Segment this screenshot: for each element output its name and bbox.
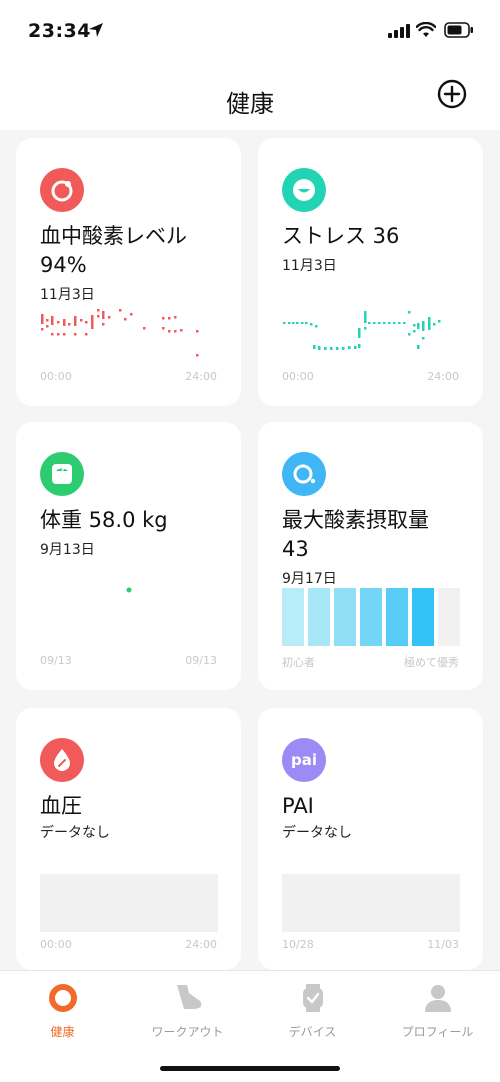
person-icon — [424, 985, 451, 1012]
vo2max-level-bar — [438, 588, 460, 646]
pai-title: PAI — [282, 794, 314, 818]
vo2-icon — [282, 452, 326, 496]
weight-chart — [126, 587, 132, 593]
blood-pressure-subtitle: データなし — [40, 825, 110, 841]
drop-icon — [40, 738, 84, 782]
spo2-title: 血中酸素レベル — [40, 224, 187, 248]
blood-pressure-title: 血圧 — [40, 794, 82, 818]
blood-pressure-card[interactable]: 血圧 データなし 00:00 24:00 — [16, 708, 241, 970]
blood-pressure-axis-start: 00:00 — [40, 938, 72, 951]
shoe-icon — [176, 985, 201, 1009]
stress-date: 11月3日 — [282, 258, 337, 274]
tab-workout-label: ワークアウト — [151, 1025, 224, 1039]
pai-axis-start: 10/28 — [282, 938, 314, 951]
tab-devices-label: デバイス — [288, 1025, 337, 1039]
weight-title: 体重 58.0 kg — [40, 508, 168, 532]
vo2max-level-bar — [412, 588, 434, 646]
weight-axis-end: 09/13 — [185, 654, 217, 667]
tab-workout[interactable]: ワークアウト — [125, 981, 250, 1040]
vo2max-date: 9月17日 — [282, 571, 337, 587]
tab-devices[interactable]: デバイス — [250, 981, 375, 1040]
watch-icon — [302, 984, 323, 1012]
battery-icon — [444, 22, 473, 38]
vo2max-axis-end: 極めて優秀 — [404, 656, 459, 669]
circle-target-icon — [40, 168, 84, 212]
weight-card[interactable]: 体重 58.0 kg 9月13日 09/13 09/13 — [16, 422, 241, 690]
vo2max-card[interactable]: 最大酸素摂取量 43 9月17日 初心者 極めて優秀 — [258, 422, 483, 690]
vo2max-level-bar — [308, 588, 330, 646]
spo2-date: 11月3日 — [40, 287, 95, 303]
spo2-axis-start: 00:00 — [40, 370, 72, 383]
pai-subtitle: データなし — [282, 825, 352, 841]
stress-card[interactable]: ストレス 36 11月3日 00:00 24:00 — [258, 138, 483, 406]
tab-profile[interactable]: プロフィール — [375, 981, 500, 1040]
cellular-signal-icon — [388, 24, 410, 38]
vo2max-axis-start: 初心者 — [282, 656, 315, 669]
blood-pressure-axis-end: 24:00 — [185, 938, 217, 951]
spo2-value: 94% — [40, 253, 87, 277]
health-ring-icon — [48, 984, 77, 1012]
spo2-axis-end: 24:00 — [185, 370, 217, 383]
spo2-card[interactable]: 血中酸素レベル 94% 11月3日 00:00 24:00 — [16, 138, 241, 406]
pai-axis-end: 11/03 — [427, 938, 459, 951]
stress-axis-start: 00:00 — [282, 370, 314, 383]
tab-profile-label: プロフィール — [401, 1025, 474, 1039]
vo2max-value: 43 — [282, 537, 309, 561]
plus-circle-icon — [437, 79, 467, 109]
vo2max-level-bar — [334, 588, 356, 646]
add-button[interactable] — [436, 78, 468, 110]
status-bar: 23:34 — [0, 0, 500, 64]
scale-icon — [40, 452, 84, 496]
page-title: 健康 — [226, 90, 274, 118]
vo2max-level-bar — [386, 588, 408, 646]
weight-axis-start: 09/13 — [40, 654, 72, 667]
smile-face-icon — [282, 168, 326, 212]
location-arrow-icon — [89, 23, 103, 37]
stress-chart — [283, 311, 441, 350]
pai-icon: pai — [282, 738, 326, 782]
stress-title: ストレス 36 — [282, 224, 400, 248]
page-header: 健康 — [0, 64, 500, 130]
weight-date: 9月13日 — [40, 542, 95, 558]
status-time: 23:34 — [28, 20, 91, 42]
wifi-icon — [416, 22, 436, 37]
vo2max-title: 最大酸素摂取量 — [282, 508, 429, 532]
tab-health-label: 健康 — [50, 1025, 75, 1039]
spo2-chart — [41, 309, 199, 357]
home-indicator — [160, 1066, 340, 1071]
stress-axis-end: 24:00 — [427, 370, 459, 383]
vo2max-level-bar — [282, 588, 304, 646]
pai-card[interactable]: pai PAI データなし 10/28 11/03 — [258, 708, 483, 970]
vo2max-level-bars — [282, 588, 460, 646]
pai-empty-chart — [282, 874, 460, 932]
blood-pressure-empty-chart — [40, 874, 218, 932]
tab-health[interactable]: 健康 — [0, 981, 125, 1040]
vo2max-level-bar — [360, 588, 382, 646]
weight-data-point — [126, 587, 132, 593]
